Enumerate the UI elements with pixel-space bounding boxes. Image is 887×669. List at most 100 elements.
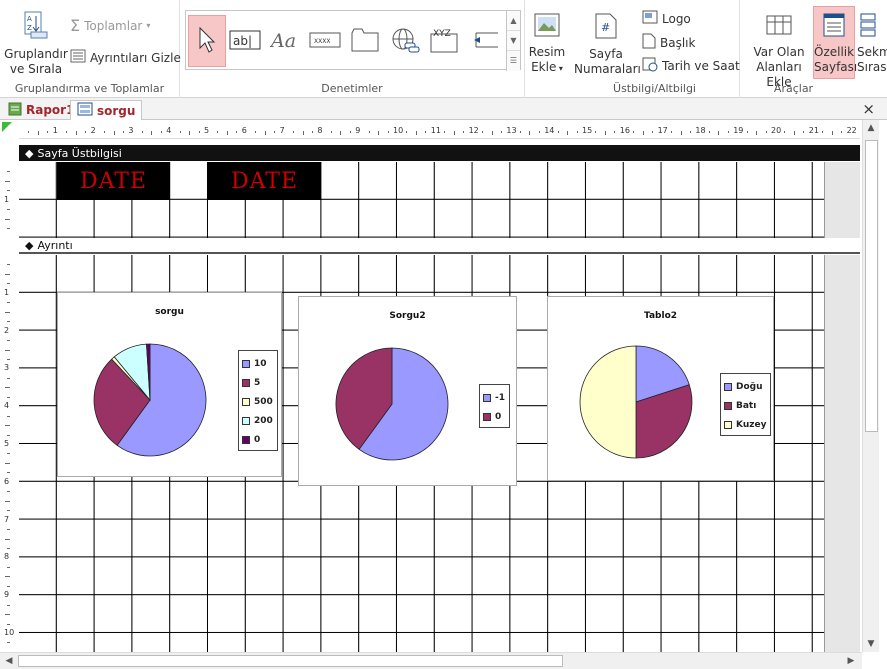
detail-gray-margin [824, 255, 860, 652]
close-icon[interactable]: × [862, 100, 875, 118]
scroll-up-icon[interactable]: ▲ [864, 123, 878, 133]
ruler-tick [340, 131, 342, 135]
page-header-grid[interactable]: DATE DATE [19, 162, 860, 238]
chart-sorgu2[interactable]: Sorgu2 -1 0 [298, 296, 517, 486]
select-tool[interactable] [188, 15, 226, 67]
ruler-tick [122, 131, 124, 133]
vertical-scrollbar[interactable]: ▲ ▼ [862, 120, 879, 652]
tab-order-icon [857, 12, 887, 42]
tab-rapor1-label: Rapor1 [26, 103, 75, 117]
ruler-number: 9 [4, 590, 10, 600]
xyz-icon: XYZ [429, 26, 461, 57]
ruler-tick [264, 131, 266, 135]
date-field-2[interactable]: DATE [208, 162, 321, 200]
detail-grid[interactable]: sorgu 10 5 500 200 0 Sorgu2 -1 0 Tablo2 [19, 255, 860, 652]
ruler-number: 6 [241, 126, 247, 135]
totals-button[interactable]: Σ Toplamlar ▾ [70, 16, 150, 35]
chart-sorgu2-pie [335, 347, 449, 461]
ruler-tick [198, 131, 200, 133]
web-browser-tool[interactable]: XYZ [426, 15, 464, 67]
navigation-tool[interactable] [466, 15, 504, 67]
tab-order-button[interactable]: Sekm Sıras [857, 12, 887, 75]
tab-sorgu[interactable]: sorgu [70, 100, 143, 120]
title-icon [642, 33, 656, 52]
scroll-left-icon[interactable]: ◀ [2, 656, 16, 666]
date-time-button[interactable]: Tarih ve Saat [642, 56, 740, 75]
gallery-more-icon[interactable]: ☰ [507, 51, 520, 71]
ruler-tick [7, 491, 10, 493]
horizontal-scrollbar[interactable]: ◀ ▶ [0, 652, 862, 669]
label-aa-icon: Aa [269, 28, 300, 55]
ruler-tick [7, 228, 10, 230]
ruler-tick [28, 131, 30, 133]
legend-item: 0 [483, 407, 505, 426]
cursor-arrow-icon [197, 26, 217, 57]
gallery-scrollbar[interactable]: ▲ ▼ ☰ [506, 11, 520, 71]
hide-details-button[interactable]: Ayrıntıları Gizle [70, 49, 181, 66]
ruler-tick [378, 131, 380, 135]
ruler-tick [727, 131, 729, 133]
page-header-band[interactable]: ◆ Sayfa Üstbilgisi [19, 145, 860, 161]
legend-swatch [242, 397, 250, 406]
ruler-tick [831, 131, 833, 135]
ruler-tick [141, 131, 143, 133]
date-time-label: Tarih ve Saat [662, 58, 740, 73]
ruler-tick [5, 218, 10, 220]
property-sheet-button[interactable]: Özellik Sayfası [813, 6, 857, 79]
button-tool[interactable]: XXXX [306, 15, 344, 67]
chart-tablo2[interactable]: Tablo2 Doğu Batı Kuzey [547, 296, 774, 481]
ruler-tick [671, 131, 673, 133]
svg-text:Z: Z [27, 24, 32, 32]
legend-item: 500 [242, 392, 273, 411]
ruler-number: 14 [544, 126, 555, 135]
sigma-icon: Σ [70, 16, 81, 35]
legend-swatch [242, 416, 250, 425]
ruler-tick [642, 131, 644, 135]
ruler-tick [415, 131, 417, 135]
ruler-corner-icon [2, 122, 12, 132]
textbox-tool[interactable]: ab| [226, 15, 264, 67]
hyperlink-tool[interactable] [386, 15, 424, 67]
ruler-number: 20 [771, 126, 782, 135]
vertical-scroll-thumb[interactable] [865, 140, 878, 432]
ruler-number: 7 [4, 514, 10, 524]
legend-swatch [242, 435, 250, 444]
chart-sorgu-legend: 10 5 500 200 0 [238, 350, 278, 451]
detail-band[interactable]: ◆ Ayrıntı [19, 238, 860, 254]
add-existing-fields-button[interactable]: Var Olan Alanları Ekle [744, 12, 814, 90]
insert-image-button[interactable]: Resim Ekle ▾ [527, 12, 567, 76]
page-numbers-button[interactable]: # Sayfa Numaraları [574, 12, 641, 77]
ruler-tick [5, 387, 10, 389]
legend-swatch [242, 378, 250, 387]
label-tool[interactable]: Aa [266, 15, 304, 67]
title-button[interactable]: Başlık [642, 33, 695, 52]
textbox-icon: ab| [229, 28, 261, 55]
group-sort-button[interactable]: AZ Gruplandır ve Sırala [4, 10, 68, 77]
chart-sorgu[interactable]: sorgu 10 5 500 200 0 [57, 292, 282, 477]
tab-control-tool[interactable] [346, 15, 384, 67]
controls-gallery: ab| Aa XXXX XYZ ▲ ▼ ☰ [185, 10, 521, 71]
legend-label: 200 [254, 415, 273, 426]
ruler-tick [7, 302, 10, 304]
legend-label: Kuzey [736, 419, 767, 430]
ruler-number: 3 [128, 126, 134, 135]
scroll-right-icon[interactable]: ▶ [844, 656, 858, 666]
ruler-tick [85, 131, 87, 133]
scroll-down-icon[interactable]: ▼ [864, 639, 878, 649]
logo-button[interactable]: Logo [642, 10, 691, 27]
ruler-number: 13 [506, 126, 517, 135]
ruler-tick [113, 131, 115, 135]
legend-label: 10 [254, 358, 267, 369]
ruler-tick [5, 462, 10, 464]
ruler-tick [5, 180, 10, 182]
ruler-tick [5, 614, 10, 616]
chevron-down-icon: ▾ [556, 64, 563, 73]
legend-item: -1 [483, 388, 505, 407]
date-field-1[interactable]: DATE [57, 162, 170, 200]
legend-swatch [724, 401, 732, 410]
legend-swatch [724, 382, 732, 391]
tab-rapor1[interactable]: Rapor1 [2, 100, 80, 120]
horizontal-scroll-thumb[interactable] [18, 655, 563, 667]
gallery-down-icon[interactable]: ▼ [507, 31, 520, 51]
gallery-up-icon[interactable]: ▲ [507, 11, 520, 31]
